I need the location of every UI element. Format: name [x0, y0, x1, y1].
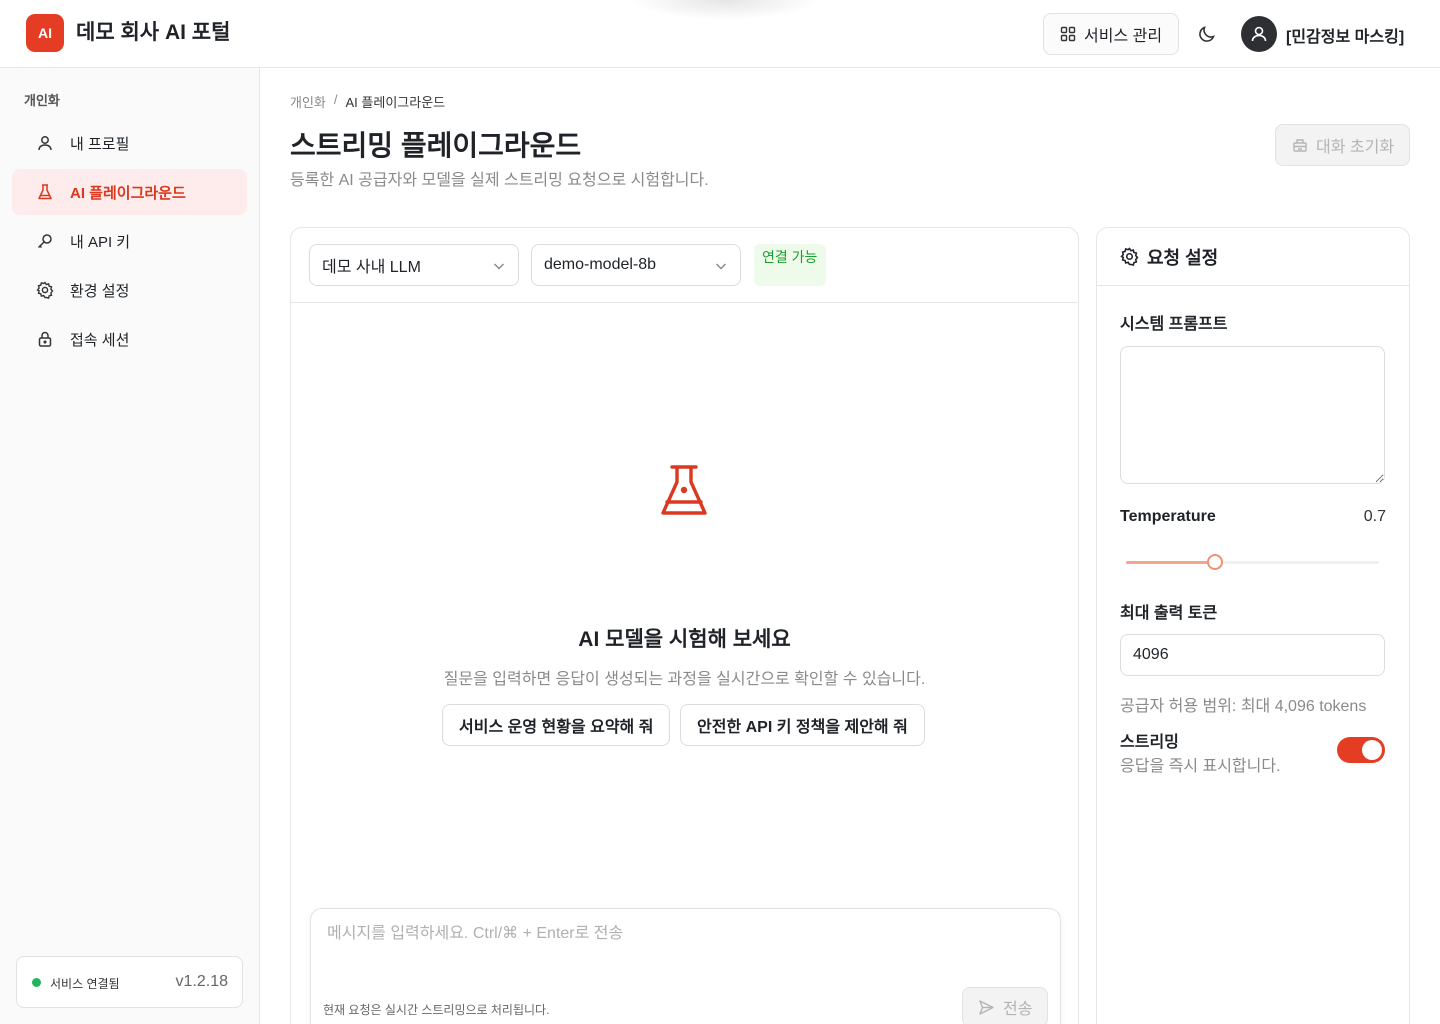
page-subtitle: 등록한 AI 공급자와 모델을 실제 스트리밍 요청으로 시험합니다. — [290, 172, 709, 189]
streaming-label: 스트리밍 — [1120, 734, 1179, 751]
message-composer: 현재 요청은 실시간 스트리밍으로 처리됩니다. 전송 — [310, 908, 1061, 1024]
suggestion-chip[interactable]: 안전한 API 키 정책을 제안해 줘 — [680, 704, 925, 746]
page-title: 스트리밍 플레이그라운드 — [290, 130, 582, 161]
model-select[interactable]: demo-model-8b — [531, 244, 741, 286]
settings-title: 요청 설정 — [1147, 247, 1219, 268]
system-prompt-label: 시스템 프롬프트 — [1120, 316, 1228, 333]
user-avatar[interactable] — [1241, 16, 1277, 52]
breadcrumb: 개인화 / AI 플레이그라운드 — [290, 92, 445, 111]
request-settings-panel: 요청 설정 시스템 프롬프트 Temperature 0.7 최대 출력 토큰 … — [1096, 227, 1410, 1024]
grid-icon — [1060, 26, 1076, 42]
flask-icon — [659, 464, 709, 516]
max-tokens-input[interactable] — [1120, 634, 1385, 676]
reset-conversation-button[interactable]: 대화 초기화 — [1275, 124, 1410, 166]
moon-icon[interactable] — [1197, 24, 1217, 44]
message-input[interactable] — [327, 925, 1027, 943]
send-label: 전송 — [1003, 1001, 1033, 1018]
streaming-toggle[interactable] — [1337, 737, 1385, 763]
chevron-down-icon — [492, 259, 506, 273]
chat-panel: 데모 사내 LLM demo-model-8b 연결 가능 AI 모델을 시험해… — [290, 227, 1079, 1024]
sidebar-item-playground[interactable]: AI 플레이그라운드 — [12, 169, 247, 215]
sidebar-item-label: 내 API 키 — [70, 233, 131, 251]
temperature-slider[interactable] — [1126, 554, 1379, 570]
lock-icon — [36, 330, 54, 348]
temperature-label: Temperature — [1120, 508, 1216, 525]
sidebar-item-settings[interactable]: 환경 설정 — [12, 267, 247, 313]
breadcrumb-item[interactable]: 개인화 — [290, 92, 326, 111]
top-header: AI 데모 회사 AI 포털 서비스 관리 [민감정보 마스킹] — [0, 0, 1440, 68]
status-label: 서비스 연결됨 — [50, 977, 120, 991]
header-shadow-decoration — [630, 0, 820, 20]
user-icon — [1251, 26, 1267, 42]
sidebar-item-sessions[interactable]: 접속 세션 — [12, 316, 247, 362]
sidebar-item-label: 접속 세션 — [70, 331, 130, 349]
composer-note: 현재 요청은 실시간 스트리밍으로 처리됩니다. — [323, 1003, 550, 1017]
sidebar-item-profile[interactable]: 내 프로필 — [12, 120, 247, 166]
suggestion-chip[interactable]: 서비스 운영 현황을 요약해 줘 — [442, 704, 671, 746]
streaming-description: 응답을 즉시 표시합니다. — [1120, 758, 1281, 775]
breadcrumb-separator: / — [333, 92, 338, 107]
temperature-value: 0.7 — [1363, 508, 1386, 525]
gear-icon — [36, 281, 54, 299]
app-title[interactable]: 데모 회사 AI 포털 — [76, 19, 230, 47]
temperature-slider-thumb[interactable] — [1206, 554, 1223, 570]
flask-icon — [36, 183, 54, 201]
status-dot — [32, 978, 41, 987]
streaming-toggle-knob — [1362, 740, 1382, 760]
chevron-down-icon — [714, 259, 728, 273]
chat-toolbar: 데모 사내 LLM demo-model-8b 연결 가능 — [291, 228, 1078, 303]
system-prompt-textarea[interactable] — [1120, 346, 1385, 484]
connection-status-badge: 연결 가능 — [754, 244, 826, 286]
sidebar-item-api-key[interactable]: 내 API 키 — [12, 218, 247, 264]
user-icon — [36, 134, 54, 152]
max-tokens-label: 최대 출력 토큰 — [1120, 605, 1218, 622]
provider-select-value: 데모 사내 LLM — [322, 259, 421, 276]
sidebar-section-title: 개인화 — [24, 93, 60, 108]
max-tokens-hint: 공급자 허용 범위: 최대 4,096 tokens — [1120, 698, 1367, 715]
provider-select[interactable]: 데모 사내 LLM — [309, 244, 519, 286]
app-logo[interactable]: AI — [26, 14, 64, 52]
model-select-value: demo-model-8b — [544, 256, 657, 273]
send-icon — [978, 999, 995, 1016]
temperature-slider-fill — [1126, 561, 1215, 564]
empty-state-subtitle: 질문을 입력하면 응답이 생성되는 과정을 실시간으로 확인할 수 있습니다. — [443, 671, 926, 688]
sidebar-item-label: 환경 설정 — [70, 282, 130, 300]
empty-state-title: AI 모델을 시험해 보세요 — [578, 628, 791, 651]
gear-icon — [1120, 247, 1139, 266]
service-manage-label: 서비스 관리 — [1084, 28, 1163, 45]
send-button[interactable]: 전송 — [962, 987, 1048, 1024]
sidebar-item-label: AI 플레이그라운드 — [70, 184, 186, 202]
sidebar: 개인화 내 프로필 AI 플레이그라운드 내 API 키 환경 설정 접속 세션… — [0, 68, 260, 1024]
sidebar-item-label: 내 프로필 — [70, 135, 130, 153]
eraser-icon — [1292, 137, 1308, 153]
key-icon — [36, 232, 54, 250]
breadcrumb-current: AI 플레이그라운드 — [345, 95, 446, 110]
service-status-card: 서비스 연결됨 v1.2.18 — [16, 956, 243, 1008]
service-manage-button[interactable]: 서비스 관리 — [1043, 13, 1179, 55]
reset-conversation-label: 대화 초기화 — [1316, 139, 1395, 156]
settings-header: 요청 설정 — [1097, 228, 1409, 286]
app-version: v1.2.18 — [175, 973, 228, 990]
user-name[interactable]: [민감정보 마스킹] — [1286, 23, 1404, 47]
